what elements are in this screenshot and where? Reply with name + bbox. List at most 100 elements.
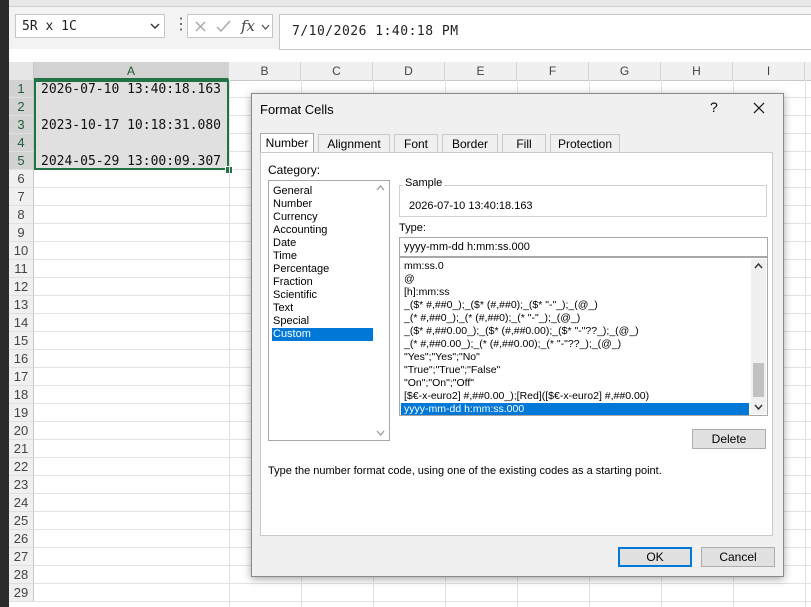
- cancel-x-icon[interactable]: [194, 20, 207, 33]
- select-all-corner[interactable]: [9, 62, 34, 80]
- type-list-item[interactable]: mm:ss.0: [401, 260, 749, 273]
- row-header[interactable]: 17: [9, 368, 34, 386]
- type-scroll-thumb[interactable]: [753, 363, 764, 397]
- formula-bar[interactable]: 7/10/2026 1:40:18 PM: [279, 14, 811, 50]
- column-header-b[interactable]: B: [229, 62, 301, 80]
- category-list[interactable]: General Number Currency Accounting Date Time P…: [268, 180, 390, 441]
- row-header[interactable]: 24: [9, 494, 34, 512]
- row-header[interactable]: 10: [9, 242, 34, 260]
- column-header-d[interactable]: D: [373, 62, 445, 80]
- chevron-down-icon[interactable]: [261, 23, 270, 31]
- fx-icon[interactable]: fx: [241, 17, 255, 35]
- type-scrollbar[interactable]: [751, 259, 766, 414]
- type-list[interactable]: mm:ss.0 @ [h]:mm:ss _($* #,##0_);_($* (#,##…: [399, 257, 768, 416]
- scroll-up-icon[interactable]: [754, 262, 763, 269]
- number-tab-panel: Category: General Number Currency Accountin…: [260, 152, 773, 536]
- row-header[interactable]: 13: [9, 296, 34, 314]
- category-item-text[interactable]: Text: [272, 302, 373, 315]
- column-gridline: [229, 80, 230, 607]
- row-header[interactable]: 19: [9, 404, 34, 422]
- type-input-value: yyyy-mm-dd h:mm:ss.000: [404, 241, 530, 253]
- type-list-item[interactable]: [h]:mm:ss: [401, 286, 749, 299]
- row-header[interactable]: 8: [9, 206, 34, 224]
- type-list-item[interactable]: _($* #,##0.00_);_($* (#,##0.00);_($* "-"…: [401, 325, 749, 338]
- row-header[interactable]: 23: [9, 476, 34, 494]
- column-header-a[interactable]: A: [34, 62, 229, 80]
- category-item-currency[interactable]: Currency: [272, 211, 373, 224]
- type-input[interactable]: yyyy-mm-dd h:mm:ss.000: [399, 237, 768, 257]
- type-list-item[interactable]: "On";"On";"Off": [401, 377, 749, 390]
- type-list-item[interactable]: _(* #,##0.00_);_(* (#,##0.00);_(* "-"??_…: [401, 338, 749, 351]
- row-header[interactable]: 11: [9, 260, 34, 278]
- category-item-special[interactable]: Special: [272, 315, 373, 328]
- column-header-e[interactable]: E: [445, 62, 517, 80]
- formula-bar-content: 7/10/2026 1:40:18 PM: [292, 24, 459, 39]
- row-header[interactable]: 22: [9, 458, 34, 476]
- category-item-accounting[interactable]: Accounting: [272, 224, 373, 237]
- category-scrollbar[interactable]: [373, 182, 388, 439]
- cell-a1[interactable]: 2026-07-10 13:40:18.163: [41, 82, 221, 97]
- row-header[interactable]: 2: [9, 98, 34, 116]
- row-header[interactable]: 12: [9, 278, 34, 296]
- type-list-item[interactable]: _(* #,##0_);_(* (#,##0);_(* "-"_);_(@_): [401, 312, 749, 325]
- column-header-c[interactable]: C: [301, 62, 373, 80]
- row-header[interactable]: 15: [9, 332, 34, 350]
- row-header[interactable]: 3: [9, 116, 34, 134]
- row-header[interactable]: 21: [9, 440, 34, 458]
- scroll-down-icon[interactable]: [376, 430, 385, 437]
- category-item-percentage[interactable]: Percentage: [272, 263, 373, 276]
- row-header[interactable]: 9: [9, 224, 34, 242]
- ok-button[interactable]: OK: [618, 547, 692, 567]
- category-item-number[interactable]: Number: [272, 198, 373, 211]
- row-header[interactable]: 20: [9, 422, 34, 440]
- row-header[interactable]: 4: [9, 134, 34, 152]
- scroll-down-icon[interactable]: [754, 404, 763, 411]
- tab-alignment[interactable]: Alignment: [318, 134, 390, 152]
- scroll-up-icon[interactable]: [376, 184, 385, 191]
- type-list-item[interactable]: _($* #,##0_);_($* (#,##0);_($* "-"_);_(@…: [401, 299, 749, 312]
- row-header[interactable]: 25: [9, 512, 34, 530]
- row-header[interactable]: 7: [9, 188, 34, 206]
- help-button[interactable]: ?: [710, 99, 718, 115]
- type-list-item[interactable]: yyyy-mm-dd h:mm:ss.000: [401, 403, 749, 415]
- row-header[interactable]: 28: [9, 566, 34, 584]
- name-box[interactable]: 5R x 1C: [15, 14, 165, 38]
- category-item-time[interactable]: Time: [272, 250, 373, 263]
- category-item-scientific[interactable]: Scientific: [272, 289, 373, 302]
- row-header[interactable]: 1: [9, 80, 34, 98]
- category-item-general[interactable]: General: [272, 185, 373, 198]
- row-header[interactable]: 5: [9, 152, 34, 170]
- delete-button[interactable]: Delete: [692, 429, 766, 449]
- tab-protection[interactable]: Protection: [550, 134, 620, 152]
- category-item-fraction[interactable]: Fraction: [272, 276, 373, 289]
- column-header-h[interactable]: H: [661, 62, 733, 80]
- close-icon[interactable]: [749, 98, 769, 118]
- row-header[interactable]: 29: [9, 584, 34, 602]
- chevron-down-icon[interactable]: [150, 21, 160, 31]
- category-item-date[interactable]: Date: [272, 237, 373, 250]
- column-header-f[interactable]: F: [517, 62, 589, 80]
- cell-a5[interactable]: 2024-05-29 13:00:09.307: [41, 154, 221, 169]
- column-header-g[interactable]: G: [589, 62, 661, 80]
- category-item-custom[interactable]: Custom: [272, 328, 373, 341]
- row-header[interactable]: 16: [9, 350, 34, 368]
- row-header[interactable]: 26: [9, 530, 34, 548]
- tab-font[interactable]: Font: [394, 134, 438, 152]
- column-header-i[interactable]: I: [733, 62, 805, 80]
- category-label: Category:: [268, 163, 321, 177]
- row-header[interactable]: 27: [9, 548, 34, 566]
- type-list-item[interactable]: @: [401, 273, 749, 286]
- tab-number[interactable]: Number: [260, 133, 314, 153]
- type-list-item[interactable]: "Yes";"Yes";"No": [401, 351, 749, 364]
- cancel-button[interactable]: Cancel: [701, 547, 775, 567]
- row-header[interactable]: 14: [9, 314, 34, 332]
- check-icon[interactable]: [216, 20, 231, 33]
- row-header[interactable]: 6: [9, 170, 34, 188]
- type-list-item[interactable]: [$€-x-euro2] #,##0.00_);[Red]([$€-x-euro…: [401, 390, 749, 403]
- row-header[interactable]: 18: [9, 386, 34, 404]
- tab-fill[interactable]: Fill: [502, 134, 546, 152]
- tab-border[interactable]: Border: [442, 134, 498, 152]
- left-edge-strip: [0, 0, 9, 607]
- type-list-item[interactable]: "True";"True";"False": [401, 364, 749, 377]
- cell-a3[interactable]: 2023-10-17 10:18:31.080: [41, 118, 221, 133]
